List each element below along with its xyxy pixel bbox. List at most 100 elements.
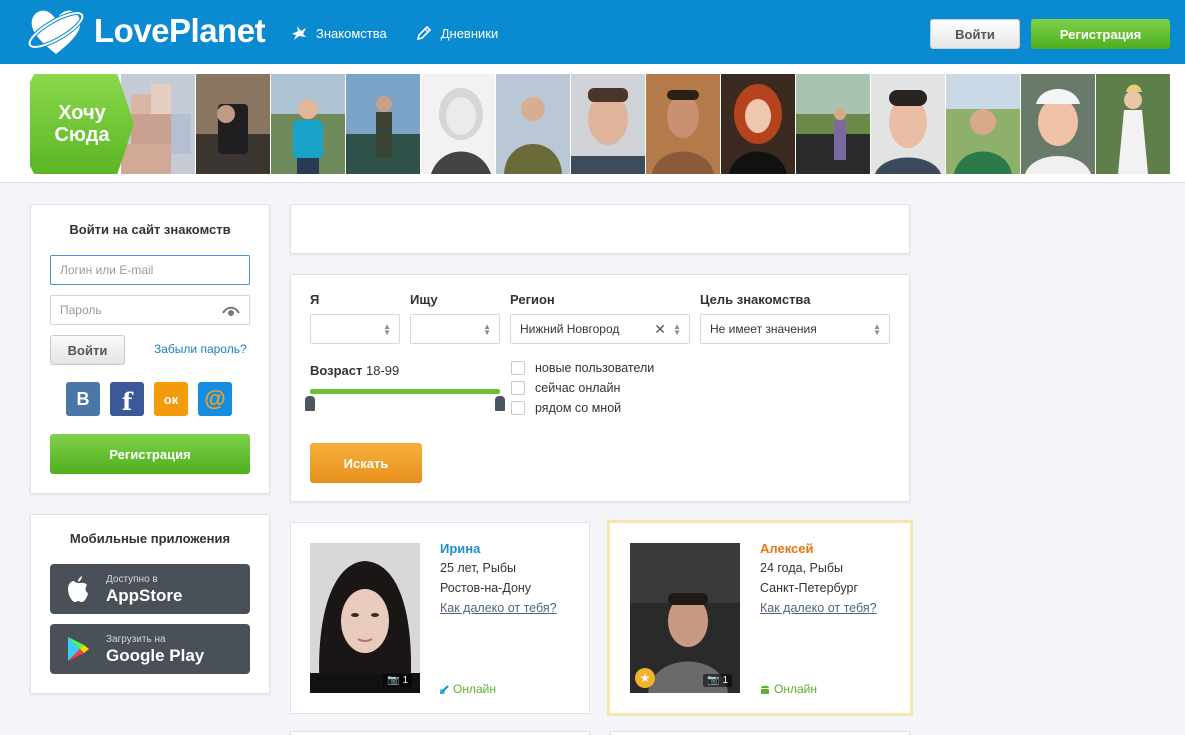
- featured-thumb[interactable]: [196, 74, 270, 174]
- forgot-password-link[interactable]: Забыли пароль?: [154, 342, 247, 356]
- featured-thumb[interactable]: [871, 74, 945, 174]
- region-value: Нижний Новгород: [520, 322, 620, 336]
- search-panel: Я Ищу Регион Цель знакомства ▲ ▼ ▲ ▼ Нижни…: [290, 274, 910, 502]
- goal-label: Цель знакомства: [700, 292, 811, 307]
- profile-city: Санкт-Петербург: [760, 581, 859, 595]
- login-panel: Войти на сайт знакомств Логин или E-mail…: [30, 204, 270, 494]
- googleplay-button[interactable]: Загрузить на Google Play: [50, 624, 250, 674]
- login-input-placeholder: Логин или E-mail: [60, 263, 154, 277]
- logo[interactable]: LovePlanet: [28, 4, 266, 58]
- checkbox-box[interactable]: [511, 361, 525, 375]
- featured-thumb[interactable]: [346, 74, 420, 174]
- photo-count: 1: [402, 675, 408, 686]
- main-nav: Знакомства Дневники: [290, 24, 498, 42]
- nav-diaries-label: Дневники: [440, 25, 499, 41]
- photo-count-badge: 📷 1: [703, 674, 732, 687]
- select-arrows-icon: ▲ ▼: [483, 322, 491, 337]
- checkbox-label: рядом со мной: [535, 401, 622, 415]
- featured-thumbs: [121, 74, 1170, 174]
- login-panel-title: Войти на сайт знакомств: [69, 222, 231, 237]
- featured-thumb[interactable]: [1096, 74, 1170, 174]
- checkbox-label: сейчас онлайн: [535, 381, 621, 395]
- photo-count-badge: 📷 1: [383, 674, 412, 687]
- googleplay-small-label: Загрузить на: [106, 633, 166, 645]
- login-submit-button[interactable]: Войти: [50, 335, 125, 365]
- appstore-big-label: AppStore: [106, 585, 183, 605]
- search-button[interactable]: Искать: [310, 443, 422, 483]
- next-card-edge: [610, 731, 910, 735]
- google-play-icon: [68, 637, 89, 661]
- online-now-checkbox[interactable]: сейчас онлайн: [511, 381, 620, 395]
- goal-value: Не имеет значения: [710, 322, 817, 336]
- select-arrows-icon: ▲ ▼: [673, 322, 681, 337]
- profile-city: Ростов-на-Дону: [440, 581, 532, 595]
- profile-photo[interactable]: ★ 📷 1: [630, 543, 740, 693]
- region-label: Регион: [510, 292, 555, 307]
- bird-icon: [292, 26, 306, 40]
- profile-card[interactable]: ★ 📷 1 Алексей 24 года, Рыбы Санкт-Петерб…: [607, 520, 913, 716]
- i-label: Я: [310, 292, 320, 307]
- featured-thumb[interactable]: [721, 74, 795, 174]
- appstore-button[interactable]: Доступно в AppStore: [50, 564, 250, 614]
- age-label: Возраст: [310, 363, 363, 378]
- featured-thumb[interactable]: [496, 74, 570, 174]
- login-button[interactable]: Войти: [930, 19, 1020, 49]
- goal-select[interactable]: Не имеет значения ▲ ▼: [700, 314, 890, 344]
- nearby-checkbox[interactable]: рядом со мной: [511, 401, 621, 415]
- nav-diaries[interactable]: Дневники: [415, 24, 499, 42]
- online-label: Онлайн: [453, 682, 496, 696]
- mobile-apps-panel: Мобильные приложения Доступно в AppStore…: [30, 514, 270, 694]
- online-status: Онлайн: [440, 682, 496, 696]
- distance-link[interactable]: Как далеко от тебя?: [760, 601, 877, 615]
- odnoklassniki-icon[interactable]: ок: [154, 382, 188, 416]
- seek-select[interactable]: ▲ ▼: [410, 314, 500, 344]
- appstore-small-label: Доступно в: [106, 573, 158, 585]
- select-arrows-icon: ▲ ▼: [383, 322, 391, 337]
- age-max-handle[interactable]: [495, 396, 505, 411]
- facebook-icon[interactable]: f: [110, 382, 144, 416]
- login-input[interactable]: Логин или E-mail: [50, 255, 250, 285]
- profile-age-sign: 25 лет, Рыбы: [440, 561, 516, 575]
- featured-thumb[interactable]: [571, 74, 645, 174]
- gender-select[interactable]: ▲ ▼: [310, 314, 400, 344]
- featured-thumb[interactable]: [1021, 74, 1095, 174]
- register-button-left[interactable]: Регистрация: [50, 434, 250, 474]
- checkbox-label: новые пользователи: [535, 361, 655, 375]
- featured-thumb[interactable]: [421, 74, 495, 174]
- photo-count: 1: [722, 675, 728, 686]
- eye-icon[interactable]: [222, 305, 240, 317]
- want-here-button[interactable]: Хочу Сюда: [30, 74, 134, 174]
- banner-placeholder: [290, 204, 910, 254]
- mailru-icon[interactable]: @: [198, 382, 232, 416]
- vk-icon[interactable]: В: [66, 382, 100, 416]
- region-select[interactable]: Нижний Новгород ✕ ▲ ▼: [510, 314, 690, 344]
- checkbox-box[interactable]: [511, 401, 525, 415]
- checkbox-box[interactable]: [511, 381, 525, 395]
- clear-icon[interactable]: ✕: [654, 321, 666, 338]
- password-input-placeholder: Пароль: [60, 303, 102, 317]
- featured-thumb[interactable]: [796, 74, 870, 174]
- profile-card[interactable]: 📷 1 Ирина 25 лет, Рыбы Ростов-на-Дону Ка…: [290, 522, 590, 714]
- featured-thumb[interactable]: [946, 74, 1020, 174]
- register-button[interactable]: Регистрация: [1031, 19, 1170, 49]
- featured-thumb[interactable]: [271, 74, 345, 174]
- online-status: Онлайн: [760, 682, 817, 696]
- nav-dating[interactable]: Знакомства: [290, 24, 387, 42]
- featured-thumb[interactable]: [646, 74, 720, 174]
- age-label-row: Возраст 18-99: [310, 363, 399, 378]
- profile-name[interactable]: Ирина: [440, 541, 480, 556]
- profile-age-sign: 24 года, Рыбы: [760, 561, 843, 575]
- googleplay-big-label: Google Play: [106, 645, 205, 665]
- featured-photos-strip: Хочу Сюда: [0, 64, 1185, 183]
- age-slider-track[interactable]: [310, 389, 500, 394]
- distance-link[interactable]: Как далеко от тебя?: [440, 601, 557, 615]
- new-users-checkbox[interactable]: новые пользователи: [511, 361, 654, 375]
- password-input[interactable]: Пароль: [50, 295, 250, 325]
- profile-name[interactable]: Алексей: [760, 541, 814, 556]
- mobile-apps-title: Мобильные приложения: [69, 531, 231, 546]
- vip-star-icon: ★: [635, 668, 655, 688]
- age-min-handle[interactable]: [305, 396, 315, 411]
- profile-photo[interactable]: 📷 1: [310, 543, 420, 693]
- heart-planet-icon: [28, 10, 84, 54]
- select-arrows-icon: ▲ ▼: [873, 322, 881, 337]
